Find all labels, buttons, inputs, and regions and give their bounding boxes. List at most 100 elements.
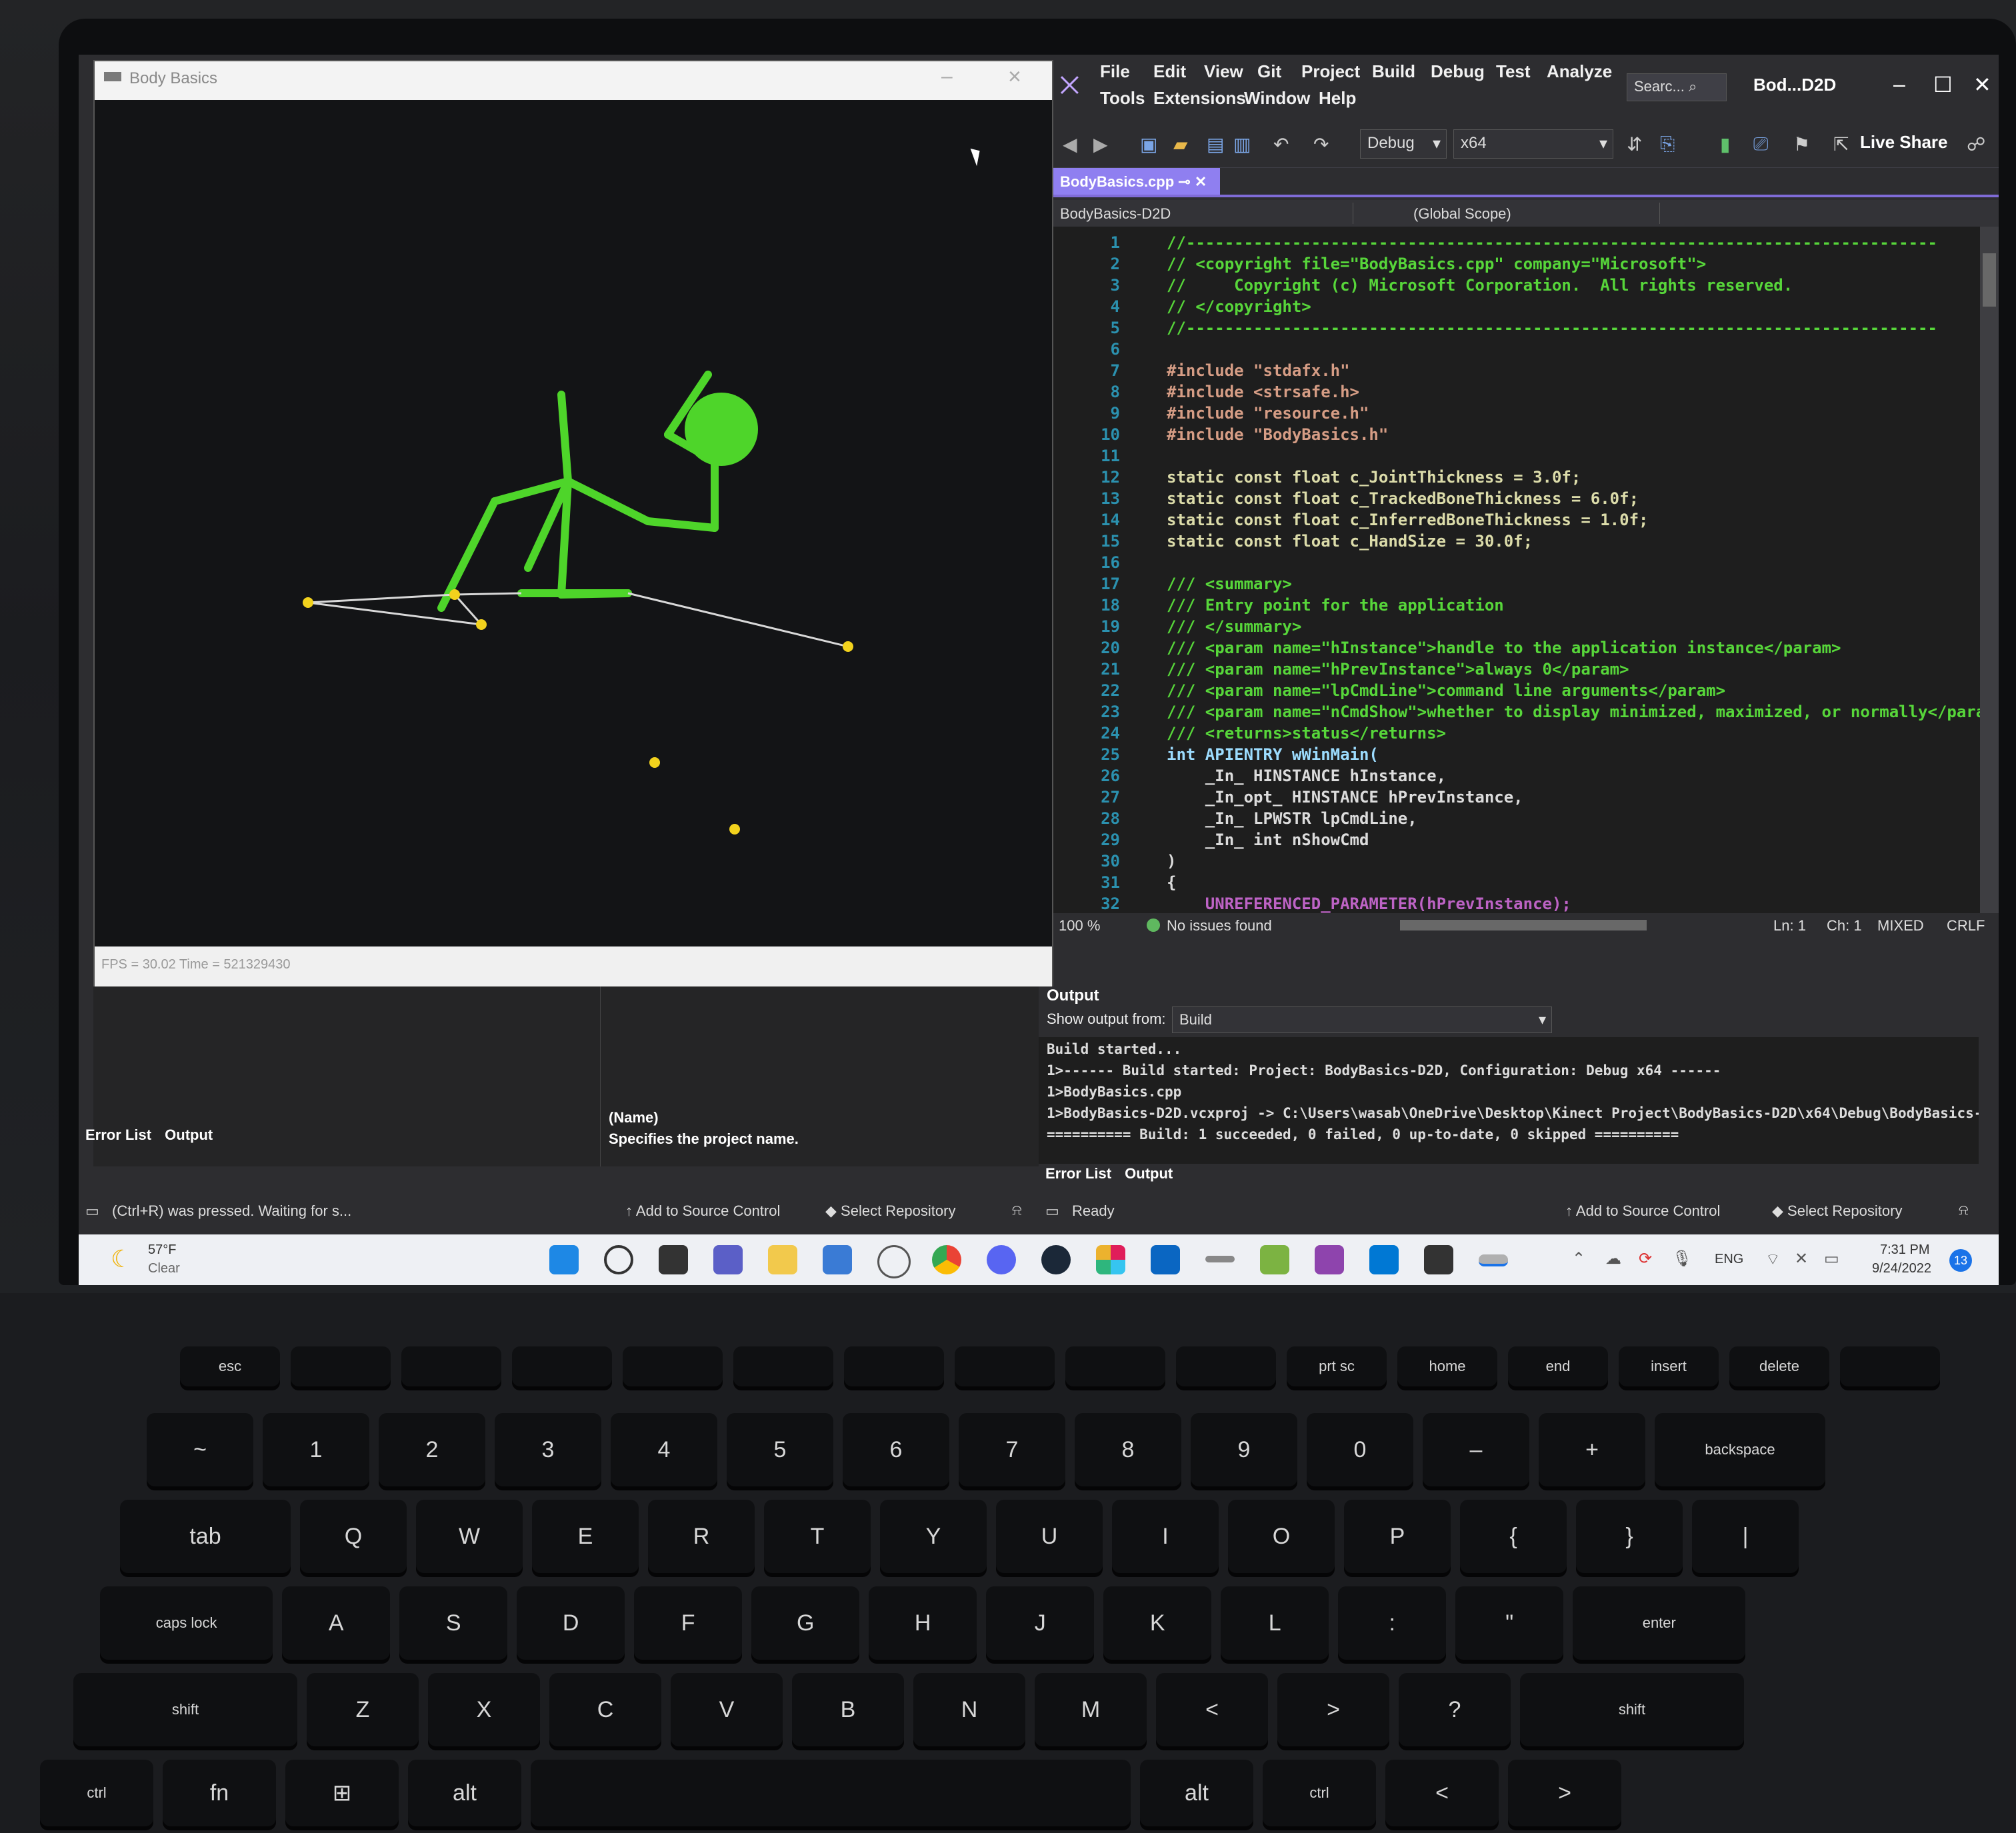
configuration-select[interactable]: Debug ▾ [1360, 129, 1447, 159]
forward-icon[interactable]: ▶ [1093, 133, 1108, 155]
step-icon[interactable]: ⇵ [1627, 133, 1642, 155]
code-line[interactable]: 26 _In_ HINSTANCE hInstance, [1053, 767, 1980, 788]
code-line[interactable]: 7 #include "stdafx.h" [1053, 361, 1980, 383]
code-line[interactable]: 16 [1053, 553, 1980, 575]
vscode-icon[interactable] [1369, 1245, 1399, 1274]
file-explorer-icon[interactable] [768, 1245, 797, 1274]
menu-edit[interactable]: Edit [1153, 61, 1186, 82]
menu-window[interactable]: Window [1244, 88, 1310, 109]
battery-icon[interactable]: ▭ [1824, 1249, 1839, 1268]
chrome-icon[interactable] [932, 1245, 961, 1274]
menu-tools[interactable]: Tools [1100, 88, 1145, 109]
microphone-icon[interactable]: 🎙 [1672, 1249, 1692, 1268]
code-line[interactable]: 12 static const float c_JointThickness = … [1053, 468, 1980, 489]
code-line[interactable]: 3 // Copyright (c) Microsoft Corporation.… [1053, 276, 1980, 297]
select-repository[interactable]: ◆ Select Repository [1772, 1202, 1902, 1220]
code-line[interactable]: 27 _In_opt_ HINSTANCE hPrevInstance, [1053, 788, 1980, 809]
clock-time[interactable]: 7:31 PM [1880, 1242, 1929, 1258]
back-icon[interactable]: ◀ [1063, 133, 1077, 155]
weather-description[interactable]: Clear [148, 1261, 180, 1276]
discord-icon[interactable] [987, 1245, 1016, 1274]
chevron-up-icon[interactable]: ⌃ [1572, 1249, 1585, 1268]
scrollbar-thumb[interactable] [1983, 253, 1996, 307]
tab-error-list[interactable]: Error List [85, 1126, 151, 1143]
code-line[interactable]: 5 //-------------------------------------… [1053, 319, 1980, 340]
mute-icon[interactable]: ✕ [1795, 1249, 1808, 1268]
clock-date[interactable]: 9/24/2022 [1872, 1261, 1931, 1276]
save-icon[interactable]: ▤ [1207, 133, 1224, 155]
live-share-button[interactable]: Live Share [1860, 132, 1948, 153]
teams-icon[interactable] [713, 1245, 743, 1274]
close-icon[interactable]: × [1008, 64, 1021, 90]
pin-icon[interactable]: ⊸ [1178, 173, 1190, 190]
language-indicator[interactable]: ENG [1715, 1252, 1743, 1267]
code-line[interactable]: 24 /// <returns>status</returns> [1053, 724, 1980, 745]
add-to-source-control[interactable]: ↑ Add to Source Control [625, 1202, 780, 1220]
minimize-icon[interactable]: – [1893, 72, 1905, 97]
code-line[interactable]: 25 int APIENTRY wWinMain( [1053, 745, 1980, 767]
attach-icon[interactable]: ⎘ [1660, 133, 1675, 155]
close-icon[interactable]: ✕ [1195, 173, 1207, 190]
menu-file[interactable]: File [1100, 61, 1130, 82]
slack-icon[interactable] [1096, 1245, 1125, 1274]
cloud-icon[interactable]: ☁ [1605, 1249, 1621, 1268]
issues-indicator[interactable]: No issues found [1167, 917, 1272, 934]
code-line[interactable]: 2 // <copyright file="BodyBasics.cpp" com… [1053, 255, 1980, 276]
open-folder-icon[interactable]: ▰ [1173, 133, 1188, 155]
window-app-icon[interactable] [1205, 1256, 1235, 1262]
code-line[interactable]: 8 #include <strsafe.h> [1053, 383, 1980, 404]
code-line[interactable]: 31 { [1053, 873, 1980, 895]
code-line[interactable]: 10 #include "BodyBasics.h" [1053, 425, 1980, 447]
build-icon[interactable]: ▮ [1720, 133, 1730, 155]
scope-selector[interactable]: (Global Scope) [1353, 203, 1660, 224]
visual-studio-icon[interactable] [1315, 1245, 1344, 1274]
minimize-icon[interactable]: – [941, 65, 953, 88]
weather-moon-icon[interactable]: ☾ [111, 1245, 132, 1273]
menu-test[interactable]: Test [1496, 61, 1531, 82]
menu-debug[interactable]: Debug [1431, 61, 1485, 82]
project-selector[interactable]: BodyBasics-D2D [1053, 203, 1353, 224]
code-line[interactable]: 13 static const float c_TrackedBoneThickn… [1053, 489, 1980, 511]
tab-bodybasics-cpp[interactable]: BodyBasics.cpp ⊸ ✕ [1053, 168, 1220, 195]
code-line[interactable]: 19 /// </summary> [1053, 617, 1980, 639]
code-line[interactable]: 20 /// <param name="hInstance">handle to … [1053, 639, 1980, 660]
output-log[interactable]: Build started... 1>------ Build started:… [1039, 1037, 1979, 1164]
code-line[interactable]: 6 [1053, 340, 1980, 361]
body-basics-taskbar-icon[interactable] [1479, 1254, 1508, 1266]
code-editor[interactable]: 1 //-------------------------------------… [1053, 227, 1980, 913]
zoom-level[interactable]: 100 % [1059, 917, 1100, 934]
start-icon[interactable] [549, 1245, 579, 1274]
comment-icon[interactable]: ⎚ [1753, 133, 1768, 155]
mail-icon[interactable] [1151, 1245, 1180, 1274]
search-box[interactable]: Searc... ⌕ [1627, 73, 1727, 101]
menu-help[interactable]: Help [1319, 88, 1356, 109]
whitespace-mode[interactable]: MIXED [1877, 917, 1924, 934]
code-line[interactable]: 22 /// <param name="lpCmdLine">command li… [1053, 681, 1980, 703]
tab-output[interactable]: Output [1125, 1165, 1173, 1182]
maximize-icon[interactable]: ☐ [1933, 72, 1953, 97]
save-all-icon[interactable]: ▥ [1233, 133, 1251, 155]
close-icon[interactable]: ✕ [1973, 72, 1991, 97]
menu-extensions[interactable]: Extensions [1153, 88, 1246, 109]
line-ending[interactable]: CRLF [1947, 917, 1985, 934]
task-view-icon[interactable] [659, 1245, 688, 1274]
notification-badge[interactable]: 13 [1949, 1249, 1972, 1272]
new-project-icon[interactable]: ▣ [1140, 133, 1157, 155]
weather-temperature[interactable]: 57°F [148, 1242, 176, 1258]
menu-git[interactable]: Git [1257, 61, 1281, 82]
code-line[interactable]: 21 /// <param name="hPrevInstance">always… [1053, 660, 1980, 681]
code-line[interactable]: 11 [1053, 447, 1980, 468]
code-line[interactable]: 23 /// <param name="nCmdShow">whether to … [1053, 703, 1980, 724]
tab-output[interactable]: Output [165, 1126, 213, 1143]
bell-icon[interactable]: ⍾ [1012, 1201, 1022, 1218]
select-repository[interactable]: ◆ Select Repository [825, 1202, 955, 1220]
steam-icon[interactable] [1041, 1245, 1071, 1274]
bookmark-icon[interactable]: ⚑ [1793, 133, 1810, 155]
code-line[interactable]: 9 #include "resource.h" [1053, 404, 1980, 425]
menu-build[interactable]: Build [1372, 61, 1415, 82]
code-line[interactable]: 15 static const float c_HandSize = 30.0f; [1053, 532, 1980, 553]
editor-scrollbar[interactable] [1980, 227, 1999, 913]
feedback-icon[interactable]: ☍ [1967, 133, 1985, 155]
minecraft-icon[interactable] [1260, 1245, 1289, 1274]
sync-icon[interactable]: ⟳ [1639, 1249, 1652, 1268]
